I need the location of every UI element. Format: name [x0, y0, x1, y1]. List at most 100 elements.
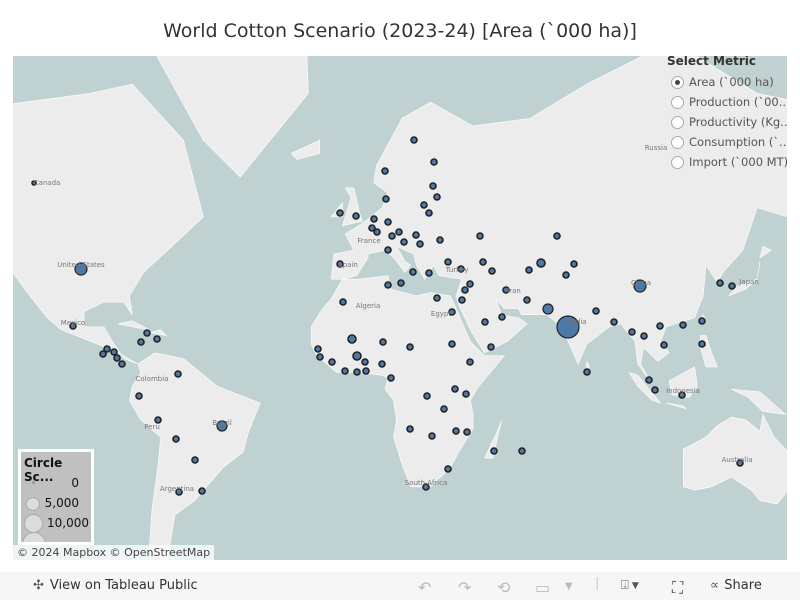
- country-marker[interactable]: [645, 376, 653, 384]
- country-marker[interactable]: [397, 279, 405, 287]
- country-marker[interactable]: [118, 360, 126, 368]
- country-marker[interactable]: [425, 269, 433, 277]
- country-marker[interactable]: [610, 318, 618, 326]
- country-marker[interactable]: [110, 348, 118, 356]
- country-marker[interactable]: [352, 351, 362, 361]
- country-marker[interactable]: [99, 350, 107, 358]
- country-marker[interactable]: [135, 392, 143, 400]
- country-marker[interactable]: [347, 334, 357, 344]
- country-marker[interactable]: [476, 232, 484, 240]
- revert-icon[interactable]: ⟲: [497, 578, 510, 597]
- country-marker[interactable]: [640, 332, 648, 340]
- country-marker[interactable]: [451, 385, 459, 393]
- country-marker[interactable]: [416, 240, 424, 248]
- country-marker[interactable]: [425, 209, 433, 217]
- country-marker[interactable]: [406, 343, 414, 351]
- country-marker[interactable]: [463, 428, 471, 436]
- country-marker[interactable]: [153, 335, 161, 343]
- country-marker[interactable]: [479, 258, 487, 266]
- country-marker[interactable]: [137, 338, 145, 346]
- country-marker[interactable]: [143, 329, 151, 337]
- share-button[interactable]: ∝ Share: [710, 578, 762, 593]
- country-marker[interactable]: [328, 358, 336, 366]
- country-marker[interactable]: [361, 358, 369, 366]
- view-on-tableau-public-button[interactable]: ✣ View on Tableau Public: [33, 578, 198, 593]
- refresh-icon[interactable]: ▭: [535, 578, 550, 597]
- country-marker[interactable]: [679, 321, 687, 329]
- country-marker[interactable]: [412, 231, 420, 239]
- country-marker[interactable]: [410, 136, 418, 144]
- country-marker[interactable]: [698, 340, 706, 348]
- country-marker[interactable]: [429, 182, 437, 190]
- country-marker[interactable]: [336, 209, 344, 217]
- country-marker[interactable]: [487, 343, 495, 351]
- country-marker[interactable]: [536, 258, 546, 268]
- country-marker[interactable]: [370, 215, 378, 223]
- country-marker[interactable]: [400, 238, 408, 246]
- radio-button[interactable]: [671, 75, 684, 89]
- radio-button[interactable]: [671, 115, 684, 129]
- country-marker[interactable]: [409, 268, 417, 276]
- country-marker[interactable]: [498, 313, 506, 321]
- country-marker[interactable]: [378, 360, 386, 368]
- country-marker[interactable]: [542, 303, 554, 315]
- country-marker[interactable]: [381, 167, 389, 175]
- country-marker[interactable]: [384, 246, 392, 254]
- country-marker[interactable]: [728, 282, 736, 290]
- country-marker[interactable]: [433, 294, 441, 302]
- country-marker[interactable]: [461, 286, 469, 294]
- country-marker[interactable]: [388, 232, 396, 240]
- country-marker[interactable]: [444, 258, 452, 266]
- country-marker[interactable]: [660, 341, 668, 349]
- metric-option[interactable]: Area (`000 ha): [671, 72, 787, 92]
- country-marker[interactable]: [191, 456, 199, 464]
- country-marker[interactable]: [452, 427, 460, 435]
- refresh-dropdown-icon[interactable]: ▼: [565, 581, 573, 592]
- country-marker[interactable]: [440, 405, 448, 413]
- country-marker[interactable]: [651, 386, 659, 394]
- radio-button[interactable]: [671, 135, 684, 149]
- country-marker[interactable]: [198, 487, 206, 495]
- country-marker[interactable]: [379, 338, 387, 346]
- country-marker[interactable]: [423, 392, 431, 400]
- country-marker[interactable]: [458, 296, 466, 304]
- country-marker[interactable]: [353, 368, 361, 376]
- country-marker[interactable]: [174, 370, 182, 378]
- country-marker[interactable]: [562, 271, 570, 279]
- country-marker[interactable]: [448, 340, 456, 348]
- country-marker[interactable]: [481, 318, 489, 326]
- country-marker[interactable]: [384, 281, 392, 289]
- undo-icon[interactable]: ↶: [418, 578, 431, 597]
- map-attribution[interactable]: © 2024 Mapbox © OpenStreetMap: [13, 545, 215, 560]
- country-marker[interactable]: [314, 345, 322, 353]
- country-marker[interactable]: [716, 279, 724, 287]
- country-marker[interactable]: [553, 232, 561, 240]
- country-marker[interactable]: [698, 317, 706, 325]
- country-marker[interactable]: [570, 260, 578, 268]
- country-marker[interactable]: [341, 367, 349, 375]
- country-marker[interactable]: [316, 353, 324, 361]
- country-marker[interactable]: [387, 374, 395, 382]
- country-marker[interactable]: [525, 266, 533, 274]
- country-marker[interactable]: [373, 228, 381, 236]
- country-marker[interactable]: [113, 354, 121, 362]
- country-marker[interactable]: [384, 218, 392, 226]
- country-marker[interactable]: [523, 296, 531, 304]
- country-marker[interactable]: [395, 228, 403, 236]
- redo-icon[interactable]: ↷: [458, 578, 471, 597]
- download-button[interactable]: ⍗ ▼: [621, 578, 639, 593]
- country-marker[interactable]: [462, 390, 470, 398]
- country-marker[interactable]: [362, 367, 370, 375]
- metric-option[interactable]: Production (`00...: [671, 92, 787, 112]
- metric-option[interactable]: Consumption (`...: [671, 132, 787, 152]
- map-view[interactable]: Canada United States Mexico Colombia Peru Bra…: [13, 56, 787, 560]
- country-marker[interactable]: [466, 280, 474, 288]
- radio-button[interactable]: [671, 95, 684, 109]
- country-marker[interactable]: [518, 447, 526, 455]
- country-marker[interactable]: [430, 158, 438, 166]
- country-marker[interactable]: [490, 447, 498, 455]
- country-marker[interactable]: [339, 298, 347, 306]
- country-marker[interactable]: [352, 212, 360, 220]
- country-marker[interactable]: [656, 322, 664, 330]
- country-marker[interactable]: [172, 435, 180, 443]
